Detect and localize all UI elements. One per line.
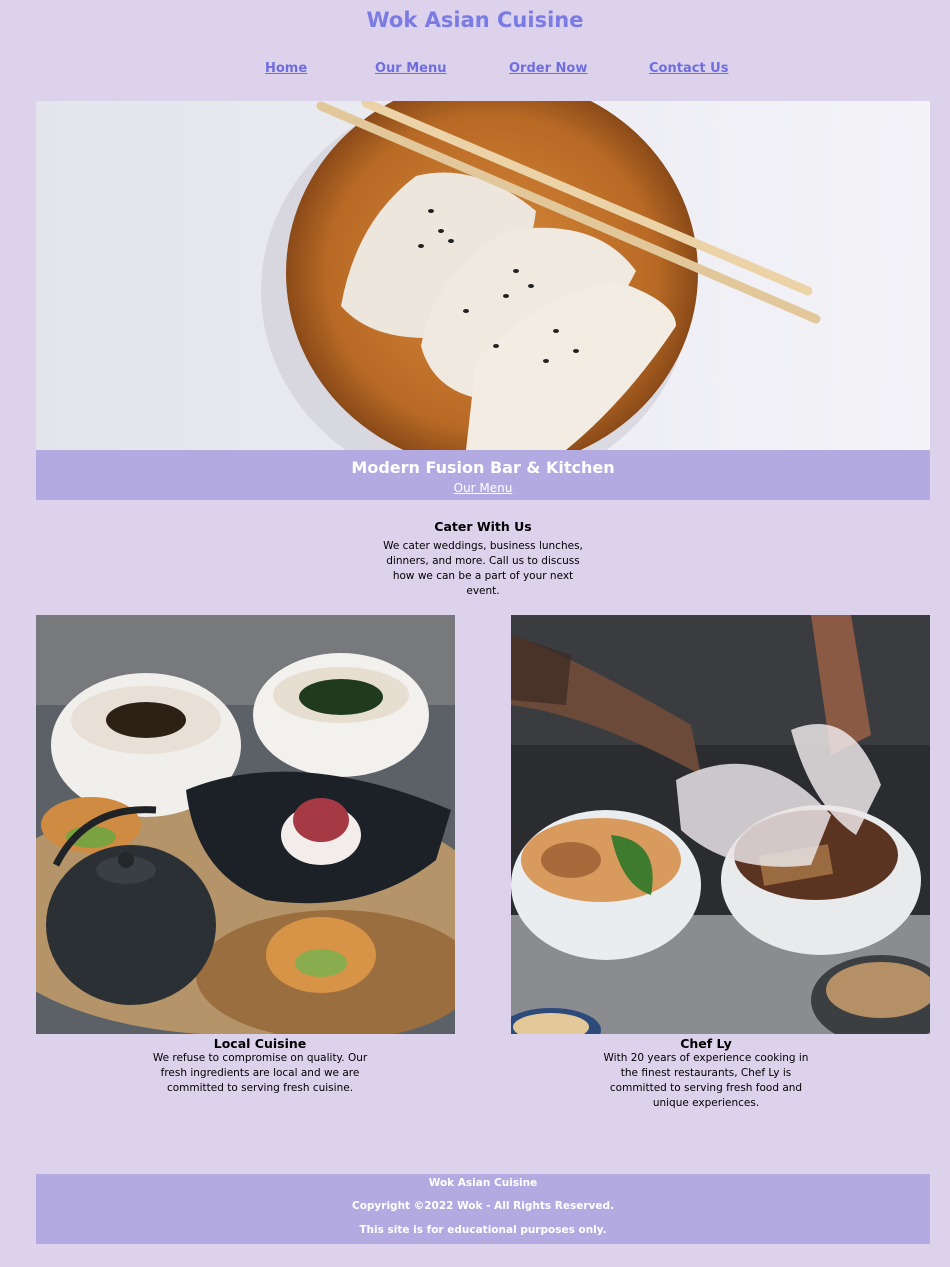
nav-link-order-now[interactable]: Order Now <box>509 61 587 76</box>
footer-copyright: Copyright ©2022 Wok - All Rights Reserve… <box>352 1200 614 1212</box>
local-cuisine-image <box>36 615 455 1034</box>
card-text: With 20 years of experience cooking in t… <box>603 1052 809 1109</box>
hero-caption-band: Modern Fusion Bar & Kitchen Our Menu <box>36 450 930 500</box>
nav-link-our-menu[interactable]: Our Menu <box>375 61 447 76</box>
card-title: Chef Ly <box>680 1036 732 1051</box>
hero-heading: Modern Fusion Bar & Kitchen <box>351 458 615 477</box>
footer-name: Wok Asian Cuisine <box>428 1177 538 1189</box>
site-footer: Wok Asian Cuisine Copyright ©2022 Wok - … <box>36 1174 930 1244</box>
card-text: We refuse to compromise on quality. Our … <box>152 1052 368 1094</box>
nav-link-contact-us[interactable]: Contact Us <box>649 61 728 76</box>
hero-image-dumplings <box>36 101 930 450</box>
cater-text: We cater weddings, business lunches, din… <box>383 540 583 597</box>
site-title: Wok Asian Cuisine <box>366 8 584 32</box>
local-cuisine-card: Local Cuisine We refuse to compromise on… <box>150 1036 370 1096</box>
cater-title: Cater With Us <box>434 519 532 534</box>
footer-note: This site is for educational purposes on… <box>359 1224 607 1236</box>
main-nav: Home Our Menu Order Now Contact Us <box>0 61 950 79</box>
cater-section: Cater With Us We cater weddings, busines… <box>375 519 591 599</box>
hero-menu-link[interactable]: Our Menu <box>454 481 513 495</box>
nav-link-home[interactable]: Home <box>265 61 307 76</box>
hero-section: Modern Fusion Bar & Kitchen Our Menu <box>36 101 930 500</box>
card-title: Local Cuisine <box>213 1036 307 1051</box>
chef-ly-image <box>511 615 930 1034</box>
chef-ly-card: Chef Ly With 20 years of experience cook… <box>596 1036 816 1111</box>
